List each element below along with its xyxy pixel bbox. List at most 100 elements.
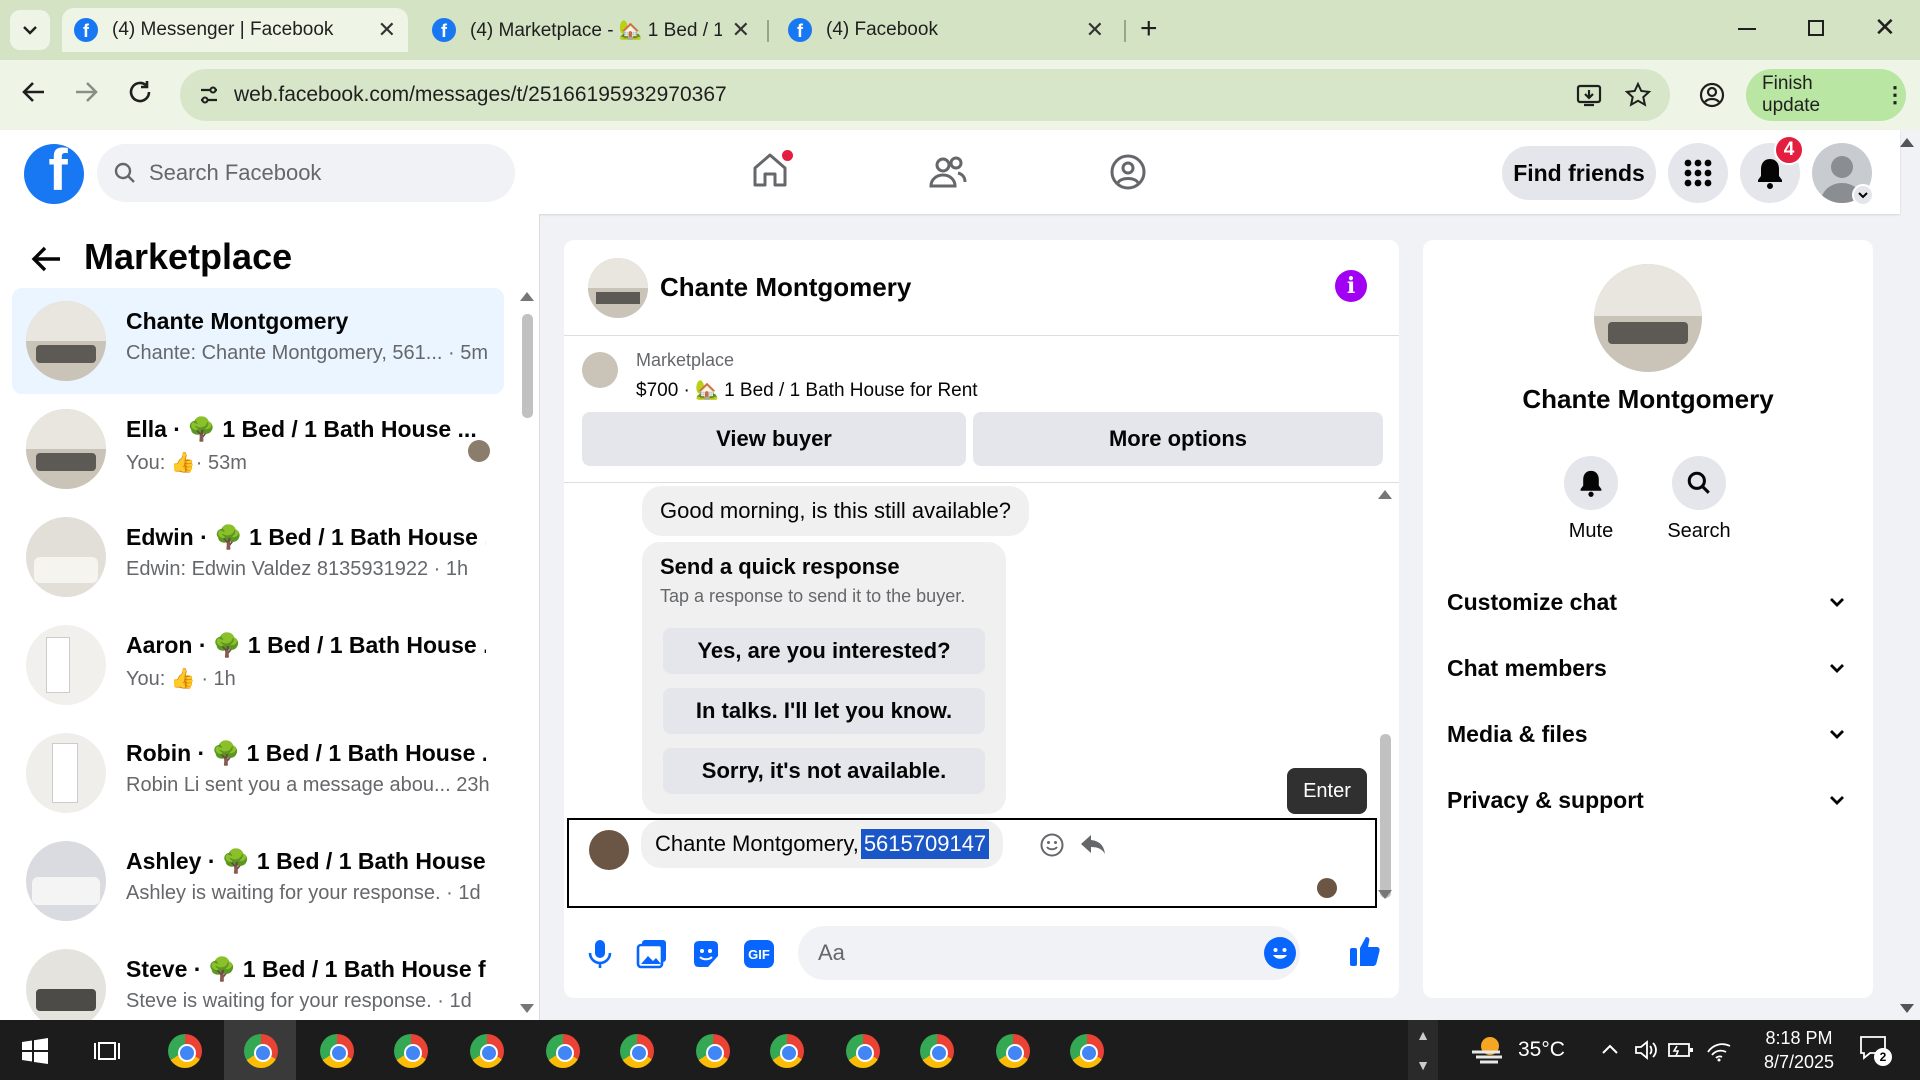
conversation-item-chante[interactable]: Chante Montgomery Chante: Chante Montgom… [12,288,504,394]
weather-temp[interactable]: 35°C [1518,1038,1565,1062]
conversation-item-ashley[interactable]: Ashley · 🌳 1 Bed / 1 Bath House... Ashle… [12,828,504,934]
chat-members-row[interactable]: Chat members [1447,648,1847,688]
browser-tab-marketplace[interactable]: f (4) Marketplace - 🏡 1 Bed / 1 B ✕ [420,8,762,52]
back-button[interactable] [20,78,48,111]
action-center-button[interactable]: 2 [1858,1034,1892,1067]
task-view-button[interactable] [94,1038,120,1069]
nav-groups-button[interactable] [1108,152,1148,197]
conversation-item-robin[interactable]: Robin · 🌳 1 Bed / 1 Bath House ... Robin… [12,720,504,826]
browser-tab-facebook[interactable]: f (4) Facebook ✕ [776,8,1116,52]
chrome-taskbar-icon[interactable] [470,1034,504,1068]
wifi-icon[interactable] [1706,1038,1732,1067]
close-icon[interactable]: ✕ [732,17,750,43]
menu-button[interactable] [1668,143,1728,203]
new-tab-button[interactable]: + [1140,12,1158,46]
taskbar-overflow-scroller[interactable]: ▲ ▼ [1408,1020,1438,1080]
chat-list-scrollbar[interactable] [522,314,533,418]
account-chevron-icon[interactable] [1852,184,1874,206]
search-facebook-input[interactable]: Search Facebook [97,144,515,202]
volume-icon[interactable] [1634,1038,1658,1067]
customize-chat-row[interactable]: Customize chat [1447,582,1847,622]
install-app-icon[interactable] [1576,82,1602,113]
incoming-message-bubble[interactable]: Good morning, is this still available? [642,486,1029,536]
chrome-taskbar-icon[interactable] [696,1034,730,1068]
scroll-down-arrow[interactable] [520,1004,534,1013]
sticker-button[interactable] [690,938,722,975]
chat-contact-name[interactable]: Chante Montgomery [660,272,911,303]
window-close-button[interactable]: ✕ [1874,12,1896,43]
tab-search-button[interactable] [10,10,50,50]
close-icon[interactable]: ✕ [1086,17,1104,43]
voice-clip-button[interactable] [586,938,614,975]
restore-button[interactable] [1808,20,1824,36]
messages-scrollbar[interactable] [1380,734,1391,898]
kebab-menu-icon[interactable]: ⋮ [1884,82,1906,108]
nav-friends-button[interactable] [928,152,968,197]
profile-icon[interactable] [1698,81,1726,114]
selected-phone-number[interactable]: 5615709147 [860,829,990,859]
bookmark-star-icon[interactable] [1624,81,1652,114]
conversation-info-button[interactable]: i [1335,270,1367,302]
message-input[interactable]: Aa [798,926,1300,980]
notifications-button[interactable]: 4 [1740,135,1804,203]
page-scroll-down[interactable] [1900,1004,1914,1013]
finish-update-button[interactable]: Finish update ⋮ [1746,69,1906,121]
mute-button[interactable] [1564,456,1618,510]
chrome-taskbar-icon[interactable] [394,1034,428,1068]
send-like-button[interactable] [1348,934,1382,973]
page-scroll-up[interactable] [1900,138,1914,147]
privacy-support-row[interactable]: Privacy & support [1447,780,1847,820]
conversation-item-aaron[interactable]: Aaron · 🌳 1 Bed / 1 Bath House ... You: … [12,612,504,718]
outgoing-message-bubble[interactable]: Chante Montgomery, 5615709147 [641,820,1004,868]
chrome-taskbar-icon[interactable] [320,1034,354,1068]
show-hidden-icons[interactable] [1600,1040,1620,1065]
chrome-taskbar-icon[interactable] [770,1034,804,1068]
browser-tab-messenger[interactable]: f (4) Messenger | Facebook ✕ [62,8,408,52]
weather-icon[interactable] [1470,1034,1506,1064]
start-button[interactable] [22,1038,48,1069]
nav-home-button[interactable] [750,150,793,195]
media-files-row[interactable]: Media & files [1447,714,1847,754]
react-smiley-icon[interactable] [1039,832,1065,863]
chrome-taskbar-icon[interactable] [920,1034,954,1068]
listing-title[interactable]: $700 · 🏡 1 Bed / 1 Bath House for Rent [636,378,978,402]
quick-response-yes[interactable]: Yes, are you interested? [663,628,985,674]
chrome-taskbar-icon[interactable] [846,1034,880,1068]
emoji-button[interactable] [1264,937,1296,969]
minimize-button[interactable] [1738,28,1756,30]
scroll-up-arrow[interactable] [520,292,534,301]
listing-thumbnail[interactable] [582,352,618,388]
forward-button[interactable] [72,78,100,111]
conversation-item-ella[interactable]: Ella · 🌳 1 Bed / 1 Bath House ... You: 👍… [12,396,504,502]
scroll-down-arrow[interactable] [1378,890,1392,899]
chrome-taskbar-icon[interactable] [168,1034,202,1068]
attach-photo-button[interactable] [636,938,668,975]
close-icon[interactable]: ✕ [378,17,396,43]
battery-icon[interactable] [1668,1040,1694,1065]
conversation-item-edwin[interactable]: Edwin · 🌳 1 Bed / 1 Bath House ... Edwin… [12,504,504,610]
address-bar[interactable]: web.facebook.com/messages/t/251661959329… [180,69,1670,121]
search-in-conversation-button[interactable] [1672,456,1726,510]
chrome-taskbar-icon[interactable] [244,1034,278,1068]
chrome-taskbar-icon[interactable] [996,1034,1030,1068]
clock-time[interactable]: 8:18 PM [1754,1028,1844,1049]
back-arrow-button[interactable] [30,242,64,281]
quick-response-not-available[interactable]: Sorry, it's not available. [663,748,985,794]
chrome-taskbar-icon[interactable] [546,1034,580,1068]
clock-date[interactable]: 8/7/2025 [1749,1052,1849,1073]
chat-avatar[interactable] [588,258,648,318]
reply-icon[interactable] [1079,832,1107,863]
reload-button[interactable] [126,78,154,111]
message-edit-area[interactable]: Chante Montgomery, 5615709147 [567,818,1377,908]
site-info-icon[interactable] [198,84,220,111]
profile-avatar-large[interactable] [1594,264,1702,372]
more-options-button[interactable]: More options [973,412,1383,466]
quick-response-in-talks[interactable]: In talks. I'll let you know. [663,688,985,734]
scroll-up-arrow[interactable] [1378,490,1392,499]
conversation-item-steve[interactable]: Steve · 🌳 1 Bed / 1 Bath House f... Stev… [12,936,504,1020]
view-buyer-button[interactable]: View buyer [582,412,966,466]
gif-button[interactable]: GIF [744,940,774,968]
chrome-taskbar-icon[interactable] [1070,1034,1104,1068]
find-friends-button[interactable]: Find friends [1502,146,1656,200]
chrome-taskbar-icon[interactable] [620,1034,654,1068]
